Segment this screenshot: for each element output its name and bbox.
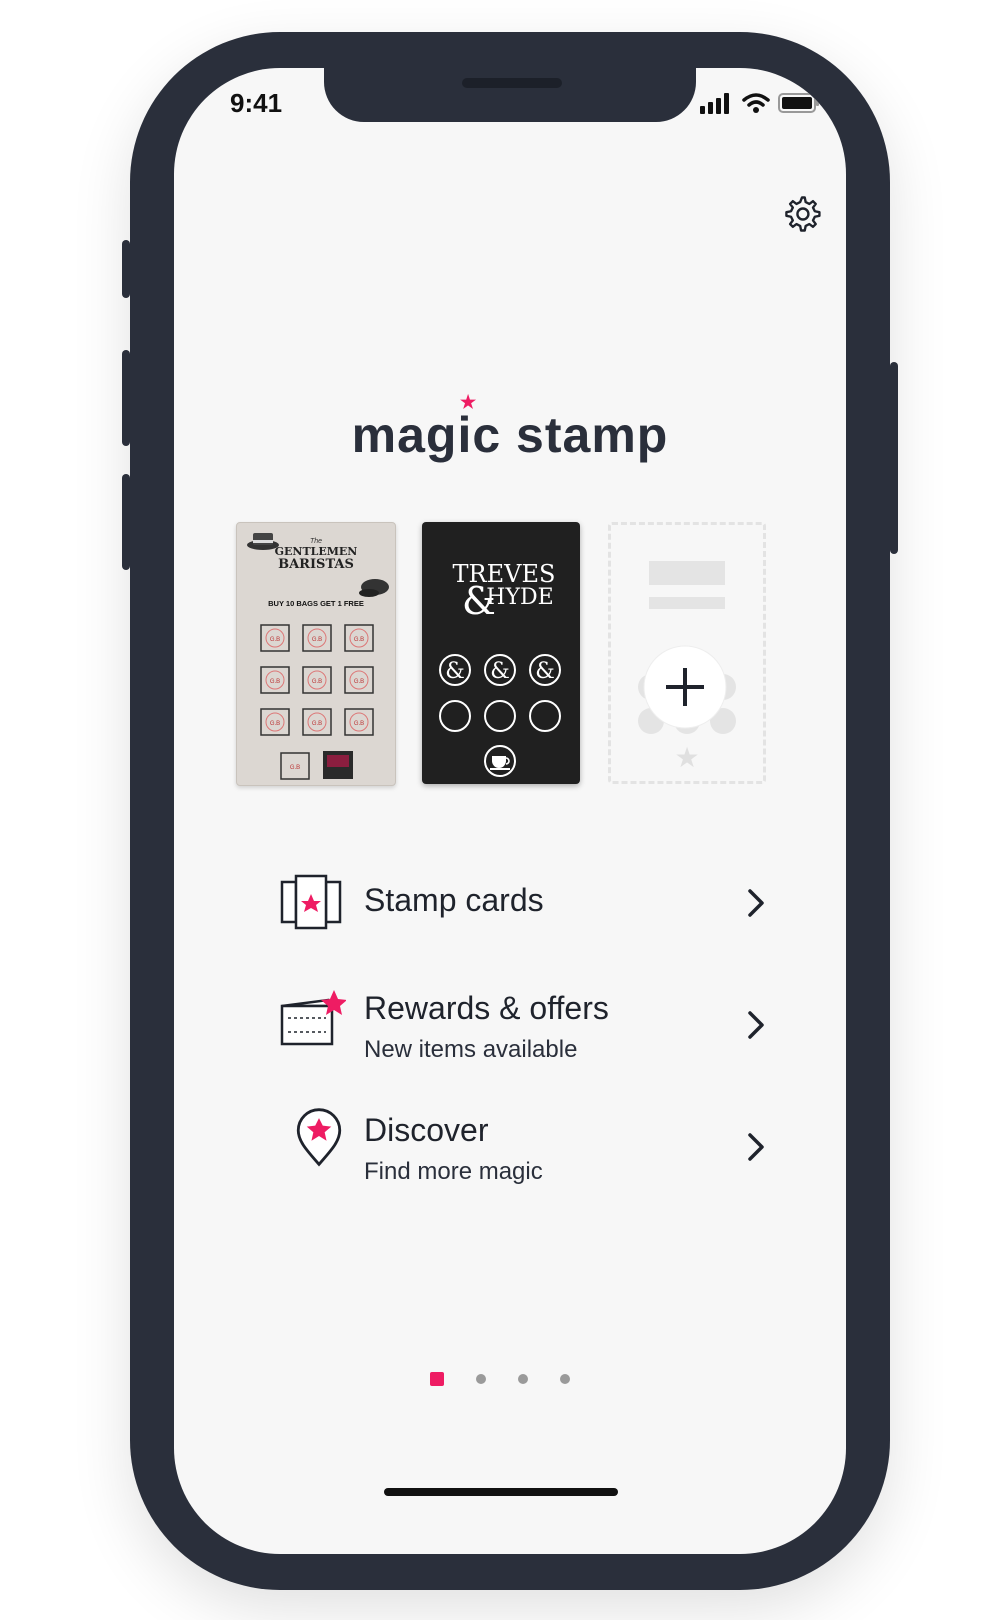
card1-stamp-text: G.B [312,637,322,643]
settings-gear-icon[interactable] [780,192,824,236]
card1-stamp-text: G.B [270,637,280,643]
card1-stamp-text: G.B [270,679,280,685]
card1-stamp-slot: G.B [302,666,332,694]
card2-empty-stamp [529,700,561,732]
card2-empty-stamp [484,700,516,732]
card1-stamp-slot: G.B [344,666,374,694]
screen: 9:41 magic stamp ★ The GENTLEMEN BARISTA… [174,68,846,1554]
volume-down-button [122,474,130,570]
card1-stamp-slot: G.B [302,624,332,652]
card1-stamp-text: G.B [354,721,364,727]
card1-stamp-text: G.B [312,679,322,685]
stamp-card-gentlemen-baristas[interactable]: The GENTLEMEN BARISTAS BUY 10 BAGS GET 1… [236,522,396,786]
volume-up-button [122,350,130,446]
power-button [890,362,898,554]
menu-stamp-cards[interactable]: Stamp cards [280,870,764,970]
coffee-cup-reward-icon [484,745,516,777]
card1-reward-stamp-text: G.B [290,765,300,771]
card1-stamp-text: G.B [270,721,280,727]
menu-stamp-cards-title: Stamp cards [364,882,544,918]
signal-icon [700,93,729,114]
card1-title-small: The [310,538,322,545]
card2-ampersand-stamp-icon: & [490,659,510,684]
page-dot[interactable] [430,1372,444,1386]
card1-stamp-slot: G.B [344,624,374,652]
page-dot[interactable] [518,1374,528,1384]
menu-rewards-offers-subtitle: New items available [364,1036,578,1063]
page-dot[interactable] [476,1374,486,1384]
card1-stamp-slot: G.B [302,708,332,736]
add-card-button[interactable] [640,642,730,732]
stamp-card-treves-hyde[interactable]: TREVES & HYDE & & & [422,522,580,784]
card1-stamp-slot: G.B [260,624,290,652]
gentlemen-baristas-card-art: The GENTLEMEN BARISTAS BUY 10 BAGS GET 1… [247,533,389,780]
wifi-icon [742,93,770,113]
card1-reward-tin [323,751,353,779]
chevron-right-icon [748,1133,764,1161]
page-indicator[interactable] [430,1372,570,1386]
app-logo: magic stamp ★ [174,392,846,464]
card2-stamp-grid: & & & [439,654,561,732]
page-dot[interactable] [560,1374,570,1384]
chevron-right-icon [748,889,764,917]
battery-icon [778,93,819,113]
menu-discover-subtitle: Find more magic [364,1158,543,1185]
card1-offer: BUY 10 BAGS GET 1 FREE [268,599,364,608]
logo-star-icon: ★ [460,392,478,412]
card1-stamp-slot: G.B [260,666,290,694]
mute-switch [122,240,130,298]
location-pin-icon [296,1108,342,1167]
rewards-ticket-icon [280,990,346,1046]
card1-reward-stamp: G.B [280,752,310,780]
card1-stamp-slot: G.B [260,708,290,736]
treves-hyde-card-art: TREVES & HYDE & & & [439,560,561,777]
card2-ampersand-stamp-icon: & [445,659,465,684]
card2-title-2: HYDE [486,585,553,610]
placeholder-star-icon: ★ [674,742,699,773]
card2-empty-stamp [439,700,471,732]
status-icons [700,92,820,114]
card1-stamp-slot: G.B [344,708,374,736]
card1-stamp-grid: G.B G.B G.B G.B G.B G.B G.B G.B G.B [260,624,374,736]
status-time: 9:41 [230,88,283,118]
deerstalker-hat-icon [359,579,389,597]
menu-rewards-offers-title: Rewards & offers [364,990,609,1026]
card1-stamp-text: G.B [354,679,364,685]
phone-frame: 9:41 magic stamp ★ The GENTLEMEN BARISTA… [122,32,898,1590]
home-indicator[interactable] [384,1488,618,1496]
menu-discover[interactable]: Discover Find more magic [280,1102,764,1202]
logo-text: magic stamp [351,407,669,463]
menu-rewards-offers[interactable]: Rewards & offers New items available [280,980,764,1080]
chevron-right-icon [748,1011,764,1039]
card1-title-2: BARISTAS [278,557,354,572]
card1-stamp-text: G.B [312,721,322,727]
stamp-cards-icon [280,874,342,930]
card1-stamp-text: G.B [354,637,364,643]
menu-discover-title: Discover [364,1112,489,1148]
card2-ampersand-stamp-icon: & [535,659,555,684]
notch [324,68,696,122]
